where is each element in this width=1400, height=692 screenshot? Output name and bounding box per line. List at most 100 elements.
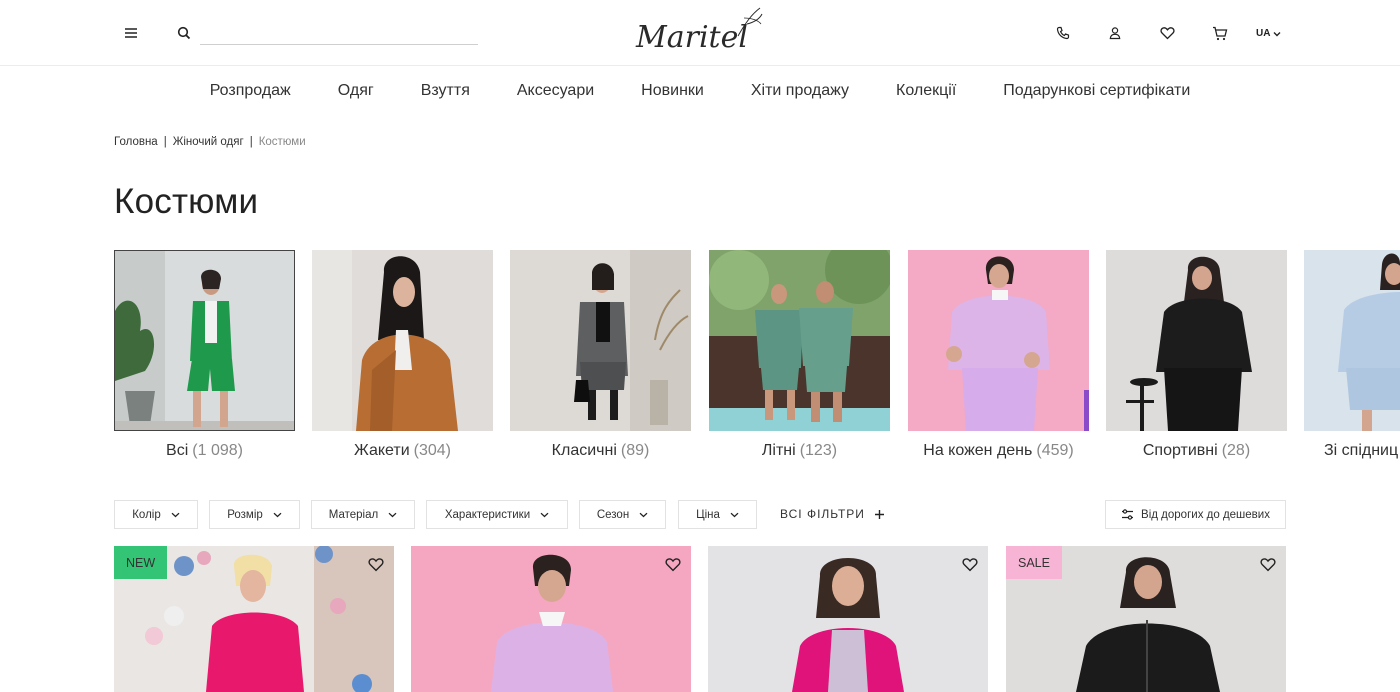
account-icon[interactable] xyxy=(1106,24,1124,42)
language-selector[interactable]: UA xyxy=(1256,28,1281,39)
category-image xyxy=(510,250,691,431)
wishlist-heart-icon[interactable] xyxy=(962,557,978,573)
category-label: На кожен день (459) xyxy=(908,442,1089,460)
category-label: Всі (1 098) xyxy=(114,442,295,460)
filter-label: Ціна xyxy=(696,508,720,521)
nav-item-collections[interactable]: Колекції xyxy=(896,82,956,100)
category-image xyxy=(1304,250,1400,431)
category-label: Спортивні (28) xyxy=(1106,442,1287,460)
category-label: Зі спідниц xyxy=(1304,442,1400,460)
category-classic[interactable]: Класичні (89) xyxy=(510,250,691,460)
product-image xyxy=(708,546,988,692)
nav-item-bestsellers[interactable]: Хіти продажу xyxy=(751,82,849,100)
product-card[interactable] xyxy=(411,546,691,692)
filter-season[interactable]: Сезон xyxy=(579,500,666,529)
search-input[interactable] xyxy=(200,26,478,44)
category-count: (89) xyxy=(620,442,650,459)
search-icon[interactable] xyxy=(175,24,193,42)
chevron-down-icon xyxy=(730,512,739,517)
category-image xyxy=(908,250,1089,431)
breadcrumb-separator: | xyxy=(249,136,253,148)
filter-label: Матеріал xyxy=(328,508,379,521)
nav-item-shoes[interactable]: Взуття xyxy=(421,82,470,100)
filter-label: Характеристики xyxy=(444,508,531,521)
sort-button[interactable]: Від дорогих до дешевих xyxy=(1105,500,1286,529)
category-all[interactable]: Всі (1 098) xyxy=(114,250,295,460)
category-image xyxy=(709,250,890,431)
category-count: (1 098) xyxy=(192,442,243,459)
category-name: Літні xyxy=(761,442,796,459)
filter-color[interactable]: Колір xyxy=(114,500,198,529)
category-image xyxy=(1106,250,1287,431)
category-name: На кожен день xyxy=(923,442,1033,459)
nav-item-new[interactable]: Новинки xyxy=(641,82,704,100)
product-card[interactable] xyxy=(708,546,988,692)
site-header: Maritel UA xyxy=(0,0,1400,66)
badge-new: NEW xyxy=(114,546,168,579)
product-card[interactable]: SALE xyxy=(1006,546,1286,692)
category-name: Всі xyxy=(166,442,189,459)
language-label: UA xyxy=(1256,28,1271,39)
chevron-down-icon xyxy=(1273,31,1281,36)
category-summer[interactable]: Літні (123) xyxy=(709,250,890,460)
filter-size[interactable]: Розмір xyxy=(209,500,300,529)
breadcrumb-parent[interactable]: Жіночий одяг xyxy=(173,136,244,148)
page-title: Костюми xyxy=(114,182,259,221)
category-skirt[interactable]: Зі спідниц xyxy=(1304,250,1400,460)
category-label: Класичні (89) xyxy=(510,442,691,460)
search-underline xyxy=(200,44,478,45)
filter-label: Розмір xyxy=(227,508,263,521)
product-image xyxy=(411,546,691,692)
filter-features[interactable]: Характеристики xyxy=(426,500,568,529)
category-everyday[interactable]: На кожен день (459) xyxy=(908,250,1089,460)
chevron-down-icon xyxy=(273,512,282,517)
chevron-down-icon xyxy=(171,512,180,517)
chevron-down-icon xyxy=(388,512,397,517)
nav-item-clothing[interactable]: Одяг xyxy=(338,82,374,100)
logo-text: Maritel xyxy=(635,20,748,55)
category-label: Літні (123) xyxy=(709,442,890,460)
all-filters-button[interactable]: ВСІ ФІЛЬТРИ xyxy=(780,507,885,521)
category-count: (28) xyxy=(1221,442,1251,459)
category-count: (459) xyxy=(1036,442,1074,459)
category-jackets[interactable]: Жакети (304) xyxy=(312,250,493,460)
filter-price[interactable]: Ціна xyxy=(678,500,757,529)
wishlist-heart-icon[interactable] xyxy=(665,557,681,573)
filter-label: Сезон xyxy=(596,508,630,521)
sort-label: Від дорогих до дешевих xyxy=(1141,508,1270,521)
filter-label: Колір xyxy=(132,508,161,521)
all-filters-label: ВСІ ФІЛЬТРИ xyxy=(780,507,865,521)
site-logo[interactable]: Maritel xyxy=(634,6,768,56)
sort-sliders-icon xyxy=(1122,509,1134,520)
chevron-down-icon xyxy=(639,512,648,517)
category-name: Класичні xyxy=(551,442,617,459)
breadcrumb-separator: | xyxy=(163,136,167,148)
chevron-down-icon xyxy=(540,512,549,517)
phone-icon[interactable] xyxy=(1054,24,1072,42)
plus-icon xyxy=(874,509,884,519)
category-name: Зі спідниц xyxy=(1324,442,1399,459)
category-image xyxy=(114,250,295,431)
category-count: (304) xyxy=(413,442,452,459)
category-image xyxy=(312,250,493,431)
nav-item-sale[interactable]: Розпродаж xyxy=(210,82,291,100)
category-count: (123) xyxy=(799,442,838,459)
menu-icon[interactable] xyxy=(122,24,140,42)
nav-item-gift-cards[interactable]: Подарункові сертифікати xyxy=(1003,82,1190,100)
wishlist-heart-icon[interactable] xyxy=(1260,557,1276,573)
filter-material[interactable]: Матеріал xyxy=(311,500,415,529)
product-card[interactable]: NEW xyxy=(114,546,394,692)
category-name: Спортивні xyxy=(1142,442,1218,459)
badge-sale: SALE xyxy=(1006,546,1062,579)
cart-icon[interactable] xyxy=(1211,24,1229,42)
category-label: Жакети (304) xyxy=(312,442,493,460)
breadcrumb-home[interactable]: Головна xyxy=(114,136,158,148)
wishlist-icon[interactable] xyxy=(1158,24,1176,42)
breadcrumb-current: Костюми xyxy=(258,136,306,148)
wishlist-heart-icon[interactable] xyxy=(368,557,384,573)
category-name: Жакети xyxy=(353,442,410,459)
breadcrumb: Головна | Жіночий одяг | Костюми xyxy=(114,136,306,148)
main-nav: Розпродаж Одяг Взуття Аксесуари Новинки … xyxy=(0,66,1400,116)
nav-item-accessories[interactable]: Аксесуари xyxy=(517,82,594,100)
category-sport[interactable]: Спортивні (28) xyxy=(1106,250,1287,460)
